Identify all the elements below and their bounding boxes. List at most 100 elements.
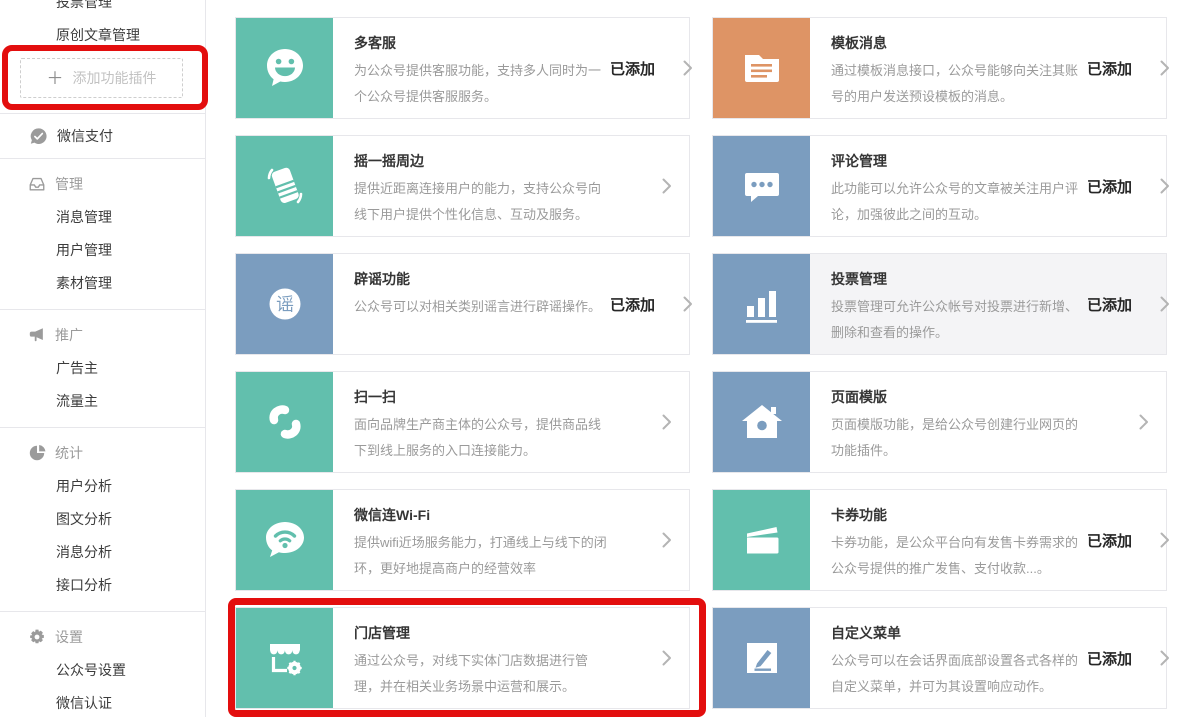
- sidebar-item[interactable]: 公众号设置: [0, 653, 205, 686]
- chevron-right-icon: [1159, 177, 1170, 195]
- added-badge: 已添加: [1087, 58, 1132, 79]
- sidebar-section-label: 管理: [55, 174, 83, 194]
- sidebar-section-label: 设置: [55, 627, 83, 647]
- plugin-description: 此功能可以允许公众号的文章被关注用户评论，加强彼此之间的互动。: [831, 176, 1087, 228]
- plugin-card-scan[interactable]: 扫一扫 面向品牌生产商主体的公众号，提供商品线下到线上服务的入口连接能力。: [235, 371, 690, 473]
- wechat-pay-icon: [29, 127, 48, 146]
- sidebar-section-label: 统计: [55, 443, 83, 463]
- gear-icon: [28, 628, 46, 646]
- sidebar-item-vote-management[interactable]: 投票管理: [0, 0, 205, 18]
- sidebar-item[interactable]: 广告主: [0, 351, 205, 384]
- chevron-right-icon: [682, 59, 693, 77]
- added-badge: 已添加: [1087, 294, 1132, 315]
- plugin-description: 通过模板消息接口，公众号能够向关注其账号的用户发送预设模板的消息。: [831, 58, 1087, 110]
- plugin-description: 提供wifi近场服务能力，打通线上与线下的闭环，更好地提高商户的经营效率: [354, 530, 610, 582]
- plugin-title: 多客服: [354, 33, 610, 53]
- chevron-right-icon: [661, 649, 672, 667]
- sidebar-item[interactable]: 素材管理: [0, 266, 205, 299]
- plugin-title: 自定义菜单: [831, 623, 1087, 643]
- plugin-title: 评论管理: [831, 151, 1087, 171]
- added-badge: 已添加: [1087, 176, 1132, 197]
- sidebar-item[interactable]: 消息分析: [0, 535, 205, 568]
- plugin-description: 为公众号提供客服功能，支持多人同时为一个公众号提供客服服务。: [354, 58, 610, 110]
- sidebar-item[interactable]: 微信认证: [0, 686, 205, 717]
- chevron-right-icon: [661, 177, 672, 195]
- chevron-right-icon: [1159, 649, 1170, 667]
- sidebar-item-original-article-management[interactable]: 原创文章管理: [0, 18, 205, 51]
- chevron-right-icon: [1159, 59, 1170, 77]
- plugin-title: 扫一扫: [354, 387, 610, 407]
- sidebar-item[interactable]: 接口分析: [0, 568, 205, 601]
- sidebar-item-wechat-pay[interactable]: 微信支付: [0, 114, 205, 158]
- chevron-right-icon: [1159, 531, 1170, 549]
- storefront-icon: [236, 608, 333, 708]
- plugin-description: 投票管理可允许公众帐号对投票进行新增、删除和查看的操作。: [831, 294, 1087, 346]
- scan-icon: [236, 372, 333, 472]
- wifi-bubble-icon: [236, 490, 333, 590]
- plugin-title: 门店管理: [354, 623, 610, 643]
- pencil-menu-icon: [713, 608, 810, 708]
- sidebar-section-label: 推广: [55, 325, 83, 345]
- sidebar-item[interactable]: 图文分析: [0, 502, 205, 535]
- plugin-card-custom-menu[interactable]: 自定义菜单 公众号可以在会话界面底部设置各式各样的自定义菜单，并可为其设置响应动…: [712, 607, 1167, 709]
- plugin-card-template-message[interactable]: 模板消息 通过模板消息接口，公众号能够向关注其账号的用户发送预设模板的消息。 已…: [712, 17, 1167, 119]
- sidebar-item[interactable]: 用户分析: [0, 469, 205, 502]
- plugin-title: 辟谣功能: [354, 269, 610, 289]
- plugin-card-comment-management[interactable]: 评论管理 此功能可以允许公众号的文章被关注用户评论，加强彼此之间的互动。 已添加: [712, 135, 1167, 237]
- added-badge: 已添加: [1087, 648, 1132, 669]
- plugin-title: 模板消息: [831, 33, 1087, 53]
- plugin-card-vote-management[interactable]: 投票管理 投票管理可允许公众帐号对投票进行新增、删除和查看的操作。 已添加: [712, 253, 1167, 355]
- home-page-icon: [713, 372, 810, 472]
- plugin-description: 面向品牌生产商主体的公众号，提供商品线下到线上服务的入口连接能力。: [354, 412, 610, 464]
- shake-phone-icon: [236, 136, 333, 236]
- chevron-right-icon: [682, 295, 693, 313]
- plugin-card-rumor-refute[interactable]: 谣 辟谣功能 公众号可以对相关类别谣言进行辟谣操作。 已添加: [235, 253, 690, 355]
- sidebar-section: 设置 公众号设置微信认证: [0, 612, 205, 717]
- plugin-title: 卡券功能: [831, 505, 1087, 525]
- plugin-card-card-coupon[interactable]: 卡券功能 卡券功能，是公众平台向有发售卡券需求的公众号提供的推广发售、支付收款.…: [712, 489, 1167, 591]
- plugin-title: 投票管理: [831, 269, 1087, 289]
- smiley-chat-icon: [236, 18, 333, 118]
- template-doc-icon: [713, 18, 810, 118]
- bar-chart-icon: [713, 254, 810, 354]
- plugin-card-shake-nearby[interactable]: 摇一摇周边 提供近距离连接用户的能力，支持公众号向线下用户提供个性化信息、互动及…: [235, 135, 690, 237]
- sidebar-top-items: 投票管理 原创文章管理: [0, 0, 205, 51]
- plugin-description: 页面模版功能，是给公众号创建行业网页的功能插件。: [831, 412, 1087, 464]
- plugin-title: 页面模版: [831, 387, 1087, 407]
- add-plugin-button[interactable]: ＋ 添加功能插件: [20, 58, 183, 98]
- plus-icon: ＋: [47, 70, 64, 87]
- sidebar-section: 统计 用户分析图文分析消息分析接口分析: [0, 428, 205, 611]
- sidebar-item-label: 微信支付: [57, 126, 113, 146]
- plugin-card-wechat-wifi[interactable]: 微信连Wi-Fi 提供wifi近场服务能力，打通线上与线下的闭环，更好地提高商户…: [235, 489, 690, 591]
- inbox-icon: [28, 175, 46, 193]
- sidebar-item[interactable]: 流量主: [0, 384, 205, 417]
- chevron-right-icon: [661, 531, 672, 549]
- chevron-right-icon: [661, 413, 672, 431]
- card-wallet-icon: [713, 490, 810, 590]
- chevron-right-icon: [1138, 413, 1149, 431]
- added-badge: 已添加: [610, 294, 655, 315]
- chevron-right-icon: [1159, 295, 1170, 313]
- plugin-description: 卡券功能，是公众平台向有发售卡券需求的公众号提供的推广发售、支付收款...。: [831, 530, 1087, 582]
- plugin-list: 多客服 为公众号提供客服功能，支持多人同时为一个公众号提供客服服务。 已添加 模…: [235, 17, 1167, 709]
- rumor-circle-icon: 谣: [236, 254, 333, 354]
- plugin-card-multi-customer-service[interactable]: 多客服 为公众号提供客服功能，支持多人同时为一个公众号提供客服服务。 已添加: [235, 17, 690, 119]
- sidebar-section: 管理 消息管理用户管理素材管理: [0, 159, 205, 309]
- add-plugin-label: 添加功能插件: [73, 68, 157, 88]
- comment-bubble-icon: [713, 136, 810, 236]
- plugin-card-page-template[interactable]: 页面模版 页面模版功能，是给公众号创建行业网页的功能插件。: [712, 371, 1167, 473]
- plugin-card-store-management[interactable]: 门店管理 通过公众号，对线下实体门店数据进行管理，并在相关业务场景中运营和展示。: [235, 607, 690, 709]
- added-badge: 已添加: [1087, 530, 1132, 551]
- sidebar-item[interactable]: 用户管理: [0, 233, 205, 266]
- svg-text:谣: 谣: [276, 295, 294, 315]
- plugin-description: 通过公众号，对线下实体门店数据进行管理，并在相关业务场景中运营和展示。: [354, 648, 610, 700]
- pie-chart-icon: [28, 444, 46, 462]
- plugin-description: 提供近距离连接用户的能力，支持公众号向线下用户提供个性化信息、互动及服务。: [354, 176, 610, 228]
- sidebar: 投票管理 原创文章管理 ＋ 添加功能插件 微信支付 管理 消息管理用户管理素材管…: [0, 0, 206, 717]
- plugin-title: 摇一摇周边: [354, 151, 610, 171]
- plugin-description: 公众号可以对相关类别谣言进行辟谣操作。: [354, 294, 610, 320]
- plugin-title: 微信连Wi-Fi: [354, 505, 610, 525]
- sidebar-item[interactable]: 消息管理: [0, 200, 205, 233]
- megaphone-icon: [28, 326, 46, 344]
- sidebar-section: 推广 广告主流量主: [0, 310, 205, 427]
